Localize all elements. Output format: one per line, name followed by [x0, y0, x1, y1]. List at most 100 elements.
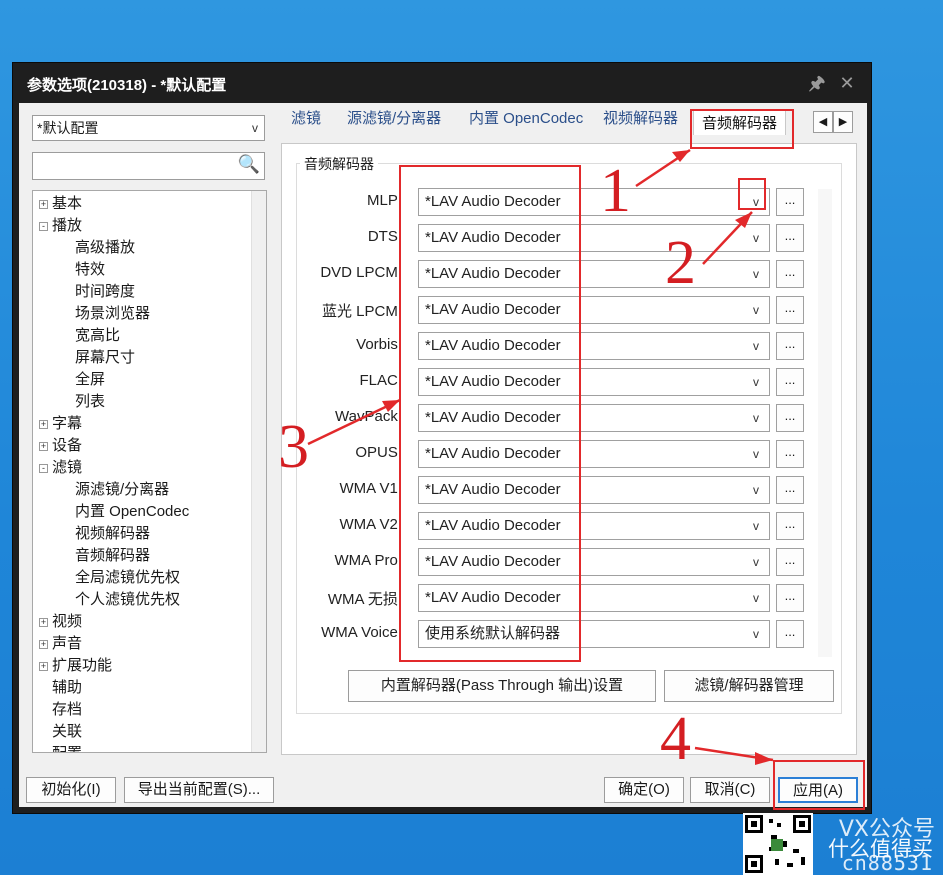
tree-item-label: 字幕 — [52, 415, 83, 432]
tab-scroll-right[interactable]: ▶ — [833, 111, 853, 133]
export-config-button[interactable]: 导出当前配置(S)... — [124, 777, 274, 803]
filter-manager-button[interactable]: 滤镜/解码器管理 — [664, 670, 834, 702]
panel-scrollbar[interactable] — [818, 189, 832, 657]
tree-item-label: 辅助 — [52, 679, 83, 696]
settings-tree[interactable]: + 基本 - 播放 高级播放特效时间跨度场景浏览器 宽高比 屏幕尺寸全屏列表 + 字幕 + 设备 - 滤… — [32, 190, 267, 753]
expand-icon[interactable]: + — [39, 419, 48, 429]
chevron-down-icon[interactable]: v — [753, 369, 759, 395]
search-input[interactable]: 🔍 — [32, 152, 265, 180]
ok-button[interactable]: 确定(O) — [604, 777, 684, 803]
annotation-box-apply — [773, 760, 865, 810]
decoder-settings-button[interactable]: ... — [776, 332, 804, 360]
tree-item[interactable]: 存档 — [39, 699, 82, 721]
tree-item[interactable]: - 滤镜 — [39, 457, 82, 479]
tree-item[interactable]: 高级播放 — [75, 237, 135, 259]
collapse-icon[interactable]: - — [39, 463, 48, 473]
tab-filters[interactable]: 滤镜 — [291, 107, 321, 128]
tree-item[interactable]: + 设备 — [39, 435, 82, 457]
decoder-settings-button[interactable]: ... — [776, 512, 804, 540]
tree-item[interactable]: + 视频 — [39, 611, 82, 633]
decoder-settings-button[interactable]: ... — [776, 440, 804, 468]
decoder-settings-button[interactable]: ... — [776, 368, 804, 396]
tree-item-label: 基本 — [52, 195, 83, 212]
tree-scrollbar[interactable] — [251, 191, 266, 752]
tree-item[interactable]: 辅助 — [39, 677, 82, 699]
chevron-down-icon[interactable]: v — [753, 585, 759, 611]
tree-item-label: 列表 — [75, 393, 106, 410]
title-bar: 参数选项(210318) - *默认配置 🖈 ✕ — [13, 63, 871, 103]
expand-icon[interactable]: + — [39, 199, 48, 209]
tree-item[interactable]: 配置 — [39, 743, 82, 752]
tree-item[interactable]: + 基本 — [39, 193, 82, 215]
decoder-settings-button[interactable]: ... — [776, 584, 804, 612]
tree-item-label: 全局滤镜优先权 — [75, 569, 181, 586]
passthrough-settings-button[interactable]: 内置解码器(Pass Through 输出)设置 — [348, 670, 656, 702]
expand-icon[interactable]: + — [39, 661, 48, 671]
tree-item-label: 时间跨度 — [75, 283, 136, 300]
chevron-down-icon[interactable]: v — [753, 261, 759, 287]
close-icon[interactable]: ✕ — [835, 71, 859, 95]
decoder-row-label: DTS: — [367, 228, 402, 245]
annotation-box-tab — [690, 109, 794, 149]
tree-item[interactable]: 特效 — [75, 259, 105, 281]
chevron-down-icon: v — [252, 121, 258, 135]
tree-item[interactable]: 列表 — [75, 391, 105, 413]
tab-opencodec[interactable]: 内置 OpenCodec — [469, 107, 583, 128]
decoder-settings-button[interactable]: ... — [776, 476, 804, 504]
tree-item[interactable]: 内置 OpenCodec — [75, 501, 189, 523]
tree-item-label: 视频解码器 — [75, 525, 151, 542]
tree-item[interactable]: + 扩展功能 — [39, 655, 112, 677]
tree-item[interactable]: 全局滤镜优先权 — [75, 567, 180, 589]
decoder-settings-button[interactable]: ... — [776, 404, 804, 432]
tree-item[interactable]: 关联 — [39, 721, 82, 743]
tree-item-label: 全屏 — [75, 371, 106, 388]
chevron-down-icon[interactable]: v — [753, 297, 759, 323]
tree-item-label: 扩展功能 — [52, 657, 113, 674]
decoder-settings-button[interactable]: ... — [776, 224, 804, 252]
pin-icon[interactable]: 🖈 — [805, 71, 829, 95]
tree-item[interactable]: + 声音 — [39, 633, 82, 655]
tree-item[interactable]: 视频解码器 — [75, 523, 150, 545]
tree-item[interactable]: 时间跨度 — [75, 281, 135, 303]
annotation-number-1: 1 — [600, 157, 631, 225]
tree-item-label: 特效 — [75, 261, 106, 278]
tree-item[interactable]: 宽高比 — [75, 325, 120, 347]
decoder-settings-button[interactable]: ... — [776, 260, 804, 288]
tree-item[interactable]: + 字幕 — [39, 413, 82, 435]
tab-video-decoder[interactable]: 视频解码器 — [603, 107, 678, 128]
tree-item[interactable]: 音频解码器 — [75, 545, 150, 567]
decoder-settings-button[interactable]: ... — [776, 188, 804, 216]
decoder-settings-button[interactable]: ... — [776, 548, 804, 576]
group-title: 音频解码器 — [300, 154, 378, 174]
decoder-settings-button[interactable]: ... — [776, 620, 804, 648]
cancel-button[interactable]: 取消(C) — [690, 777, 770, 803]
decoder-row-label: DVD LPCM: — [320, 264, 402, 281]
chevron-down-icon[interactable]: v — [753, 513, 759, 539]
expand-icon[interactable]: + — [39, 441, 48, 451]
tree-item[interactable]: 屏幕尺寸 — [75, 347, 135, 369]
expand-icon[interactable]: + — [39, 639, 48, 649]
tree-item-label: 关联 — [52, 723, 83, 740]
chevron-down-icon[interactable]: v — [753, 405, 759, 431]
tab-scroll-left[interactable]: ◀ — [813, 111, 833, 133]
tree-item[interactable]: 个人滤镜优先权 — [75, 589, 180, 611]
expand-icon[interactable]: + — [39, 617, 48, 627]
init-button[interactable]: 初始化(I) — [26, 777, 116, 803]
collapse-icon[interactable]: - — [39, 221, 48, 231]
chevron-down-icon[interactable]: v — [753, 441, 759, 467]
tree-item[interactable]: 场景浏览器 — [75, 303, 150, 325]
tree-item-label: 存档 — [52, 701, 83, 718]
chevron-down-icon[interactable]: v — [753, 477, 759, 503]
chevron-down-icon[interactable]: v — [753, 549, 759, 575]
decoder-row-label: WMA Voice: — [321, 624, 402, 641]
chevron-down-icon[interactable]: v — [753, 225, 759, 251]
search-icon[interactable]: 🔍 — [238, 154, 260, 175]
chevron-down-icon[interactable]: v — [753, 333, 759, 359]
chevron-down-icon[interactable]: v — [753, 621, 759, 647]
tree-item[interactable]: 全屏 — [75, 369, 105, 391]
tab-source-filters[interactable]: 源滤镜/分离器 — [347, 107, 441, 128]
decoder-settings-button[interactable]: ... — [776, 296, 804, 324]
profile-select[interactable]: *默认配置 v — [32, 115, 265, 141]
tree-item[interactable]: - 播放 — [39, 215, 82, 237]
tree-item[interactable]: 源滤镜/分离器 — [75, 479, 169, 501]
